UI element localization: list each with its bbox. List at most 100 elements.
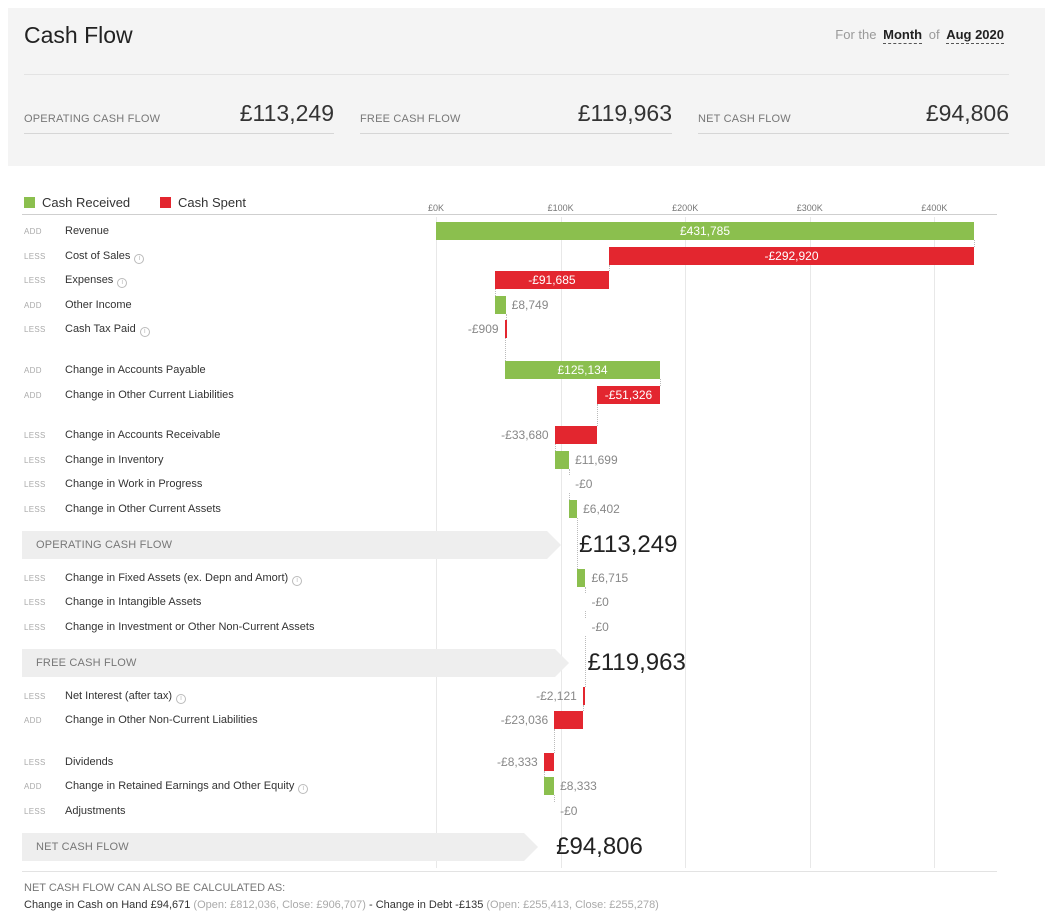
debt-detail: (Open: £255,413, Close: £255,278) (486, 899, 659, 911)
row-op: LESS (24, 505, 46, 514)
axis-baseline (22, 214, 997, 215)
value-label: £6,715 (591, 571, 629, 585)
period-granularity-dropdown[interactable]: Month (883, 27, 923, 44)
value-label: -£909 (467, 322, 499, 336)
row-name: Cost of Sales (65, 250, 131, 262)
metric-operating-cash-flow: OPERATING CASH FLOW £113,249 (24, 96, 334, 134)
value-label: -£0 (575, 477, 593, 491)
row-op: LESS (24, 574, 46, 583)
row-op: LESS (24, 276, 46, 285)
info-icon[interactable]: i (298, 784, 309, 794)
row-label: LESS Expenses i (24, 273, 128, 288)
row-label: LESS Cash Tax Paid i (24, 322, 150, 337)
connector-line (554, 729, 556, 753)
info-icon[interactable]: i (139, 327, 150, 337)
row-name: Other Income (65, 299, 132, 311)
row-op: LESS (24, 456, 46, 465)
subtotal-label: NET CASH FLOW (36, 841, 129, 853)
value-label: -£0 (591, 620, 609, 634)
bar-neg (554, 426, 597, 444)
bar-pos (543, 777, 555, 795)
footer-heading: NET CASH FLOW CAN ALSO BE CALCULATED AS: (24, 882, 286, 894)
row-label: ADD Change in Other Non-Current Liabiliti… (24, 713, 258, 727)
x-tick-label: £200K (672, 203, 699, 213)
debt-change: Change in Debt -£135 (375, 899, 484, 911)
row-name: Change in Accounts Receivable (65, 429, 221, 441)
info-icon[interactable]: i (117, 278, 128, 288)
row-name: Change in Fixed Assets (ex. Depn and Amo… (65, 572, 289, 584)
connector-line (582, 705, 584, 711)
connector-line (974, 240, 975, 247)
row-label: ADD Revenue (24, 224, 109, 238)
row-name: Dividends (65, 756, 114, 768)
info-icon[interactable]: i (292, 576, 303, 586)
metric-label: FREE CASH FLOW (360, 113, 461, 125)
value-label: -£292,920 (764, 249, 819, 263)
row-label: LESS Change in Investment or Other Non-Cu… (24, 620, 314, 634)
metric-free-cash-flow: FREE CASH FLOW £119,963 (360, 96, 672, 134)
value-label: -£33,680 (501, 428, 549, 442)
row-op: LESS (24, 598, 46, 607)
row-label: ADD Change in Retained Earnings and Other… (24, 779, 309, 794)
row-name: Change in Other Non-Current Liabilities (65, 714, 258, 726)
metric-value: £113,249 (239, 100, 334, 126)
row-op: LESS (24, 252, 46, 261)
value-label: -£91,685 (528, 273, 576, 287)
period-date-dropdown[interactable]: Aug 2020 (946, 27, 1004, 44)
footer-calculation: Change in Cash on Hand £94,671 (Open: £8… (24, 899, 659, 911)
row-name: Change in Other Current Assets (65, 503, 221, 515)
row-label: ADD Other Income (24, 298, 132, 312)
row-label: LESS Cost of Sales i (24, 249, 145, 264)
connector-line (609, 265, 611, 271)
value-label: £8,749 (511, 298, 549, 312)
metric-label: OPERATING CASH FLOW (24, 113, 161, 125)
row-name: Expenses (65, 274, 114, 286)
row-op: LESS (24, 325, 46, 334)
metric-net-cash-flow: NET CASH FLOW £94,806 (698, 96, 1009, 134)
cash-on-hand-change: Change in Cash on Hand £94,671 (24, 899, 191, 911)
connector-line (554, 795, 556, 802)
info-icon[interactable]: i (134, 254, 145, 264)
subtotal-label: FREE CASH FLOW (36, 657, 137, 669)
row-op: ADD (24, 227, 42, 236)
x-tick-label: £400K (921, 203, 948, 213)
row-label: LESS Change in Work in Progress (24, 477, 202, 491)
subtotal-band: FREE CASH FLOW (22, 649, 570, 677)
row-label: LESS Net Interest (after tax) i (24, 689, 186, 704)
connector-line (569, 469, 571, 475)
cash-on-hand-detail: (Open: £812,036, Close: £906,707) (193, 899, 366, 911)
value-label: £8,333 (560, 779, 597, 793)
gridline (934, 217, 936, 868)
row-label: LESS Change in Fixed Assets (ex. Depn and… (24, 571, 303, 586)
legend-label: Cash Received (42, 195, 131, 210)
row-label: LESS Change in Intangible Assets (24, 595, 201, 609)
row-label: LESS Adjustments (24, 804, 126, 818)
connector-line (660, 379, 662, 386)
legend-item-cash-received: Cash Received (24, 195, 130, 210)
value-label: £11,699 (575, 453, 618, 467)
legend-label: Cash Spent (178, 195, 246, 210)
row-op: LESS (24, 431, 46, 440)
subtotal-value: £113,249 (579, 531, 678, 558)
period-prefix: For the (835, 27, 877, 42)
subtotal-band: OPERATING CASH FLOW (22, 531, 562, 559)
row-name: Change in Other Current Liabilities (65, 389, 234, 401)
row-op: LESS (24, 807, 46, 816)
info-icon[interactable]: i (175, 694, 186, 704)
metric-value: £94,806 (925, 100, 1009, 126)
row-name: Change in Intangible Assets (65, 596, 202, 608)
bar-pos (494, 296, 506, 314)
value-label: £431,785 (679, 224, 731, 238)
row-op: ADD (24, 366, 42, 375)
connector-line (577, 518, 579, 569)
row-label: LESS Change in Other Current Assets (24, 502, 221, 516)
metric-label: NET CASH FLOW (698, 113, 791, 125)
subtotal-band: NET CASH FLOW (22, 833, 539, 861)
row-op: ADD (24, 716, 42, 725)
row-name: Change in Retained Earnings and Other Eq… (65, 780, 295, 792)
connector-line (554, 444, 556, 451)
subtotal-label: OPERATING CASH FLOW (36, 539, 173, 551)
row-label: LESS Change in Inventory (24, 453, 163, 467)
row-label: ADD Change in Accounts Payable (24, 363, 206, 377)
period-of-label: of (928, 27, 940, 42)
